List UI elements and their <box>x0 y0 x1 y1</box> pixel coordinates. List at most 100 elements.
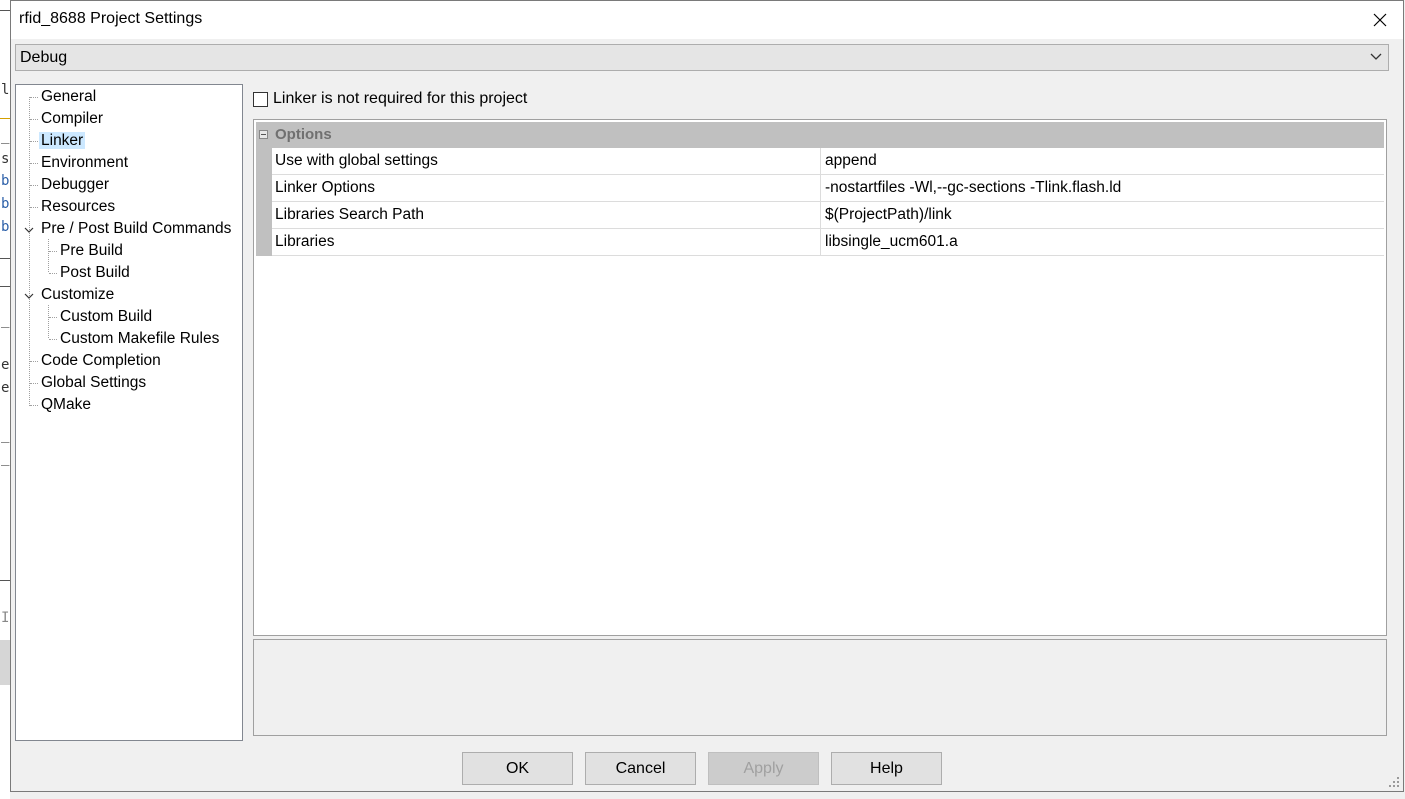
tree-item-pre-build[interactable]: Pre Build <box>58 240 125 262</box>
bg-line <box>0 258 10 259</box>
column-divider <box>820 229 821 255</box>
property-row[interactable]: Libraries libsingle_ucm601.a <box>272 229 1384 256</box>
tree-item-label: Custom Makefile Rules <box>60 330 220 347</box>
tree-item-label: Customize <box>41 286 115 303</box>
ok-button[interactable]: OK <box>462 752 573 785</box>
column-divider <box>820 148 821 174</box>
bg-fragment: b <box>1 219 10 235</box>
help-button[interactable]: Help <box>831 752 942 785</box>
tree-connector <box>29 97 30 406</box>
tree-connector <box>48 305 49 338</box>
tree-connector <box>49 317 57 318</box>
tree-item-label: Custom Build <box>60 308 153 325</box>
tree-item-global-settings[interactable]: Global Settings <box>39 372 148 394</box>
grid-gutter <box>256 148 272 256</box>
tree-connector <box>49 273 57 274</box>
tree-item-environment[interactable]: Environment <box>39 152 130 174</box>
tree-item-label: Post Build <box>60 264 130 281</box>
bg-fragment: I <box>1 610 10 626</box>
bg-line <box>0 10 10 11</box>
tree-item-label: Code Completion <box>41 352 161 369</box>
property-name: Libraries <box>275 233 335 250</box>
column-divider <box>820 175 821 201</box>
tree-connector <box>30 97 38 98</box>
background-panel <box>0 640 10 685</box>
tree-item-debugger[interactable]: Debugger <box>39 174 111 196</box>
tree-connector <box>49 251 57 252</box>
bg-line <box>0 118 10 119</box>
title-bar: rfid_8688 Project Settings <box>11 1 1403 39</box>
bg-fragment: e <box>1 380 10 396</box>
bg-line <box>0 580 10 581</box>
property-row[interactable]: Use with global settings append <box>272 148 1384 175</box>
column-divider <box>820 202 821 228</box>
tree-connector <box>30 405 38 406</box>
tree-connector <box>49 339 57 340</box>
tree-connector <box>30 383 38 384</box>
property-value[interactable]: -nostartfiles -Wl,--gc-sections -Tlink.f… <box>825 179 1121 197</box>
tree-item-label: Environment <box>41 154 129 171</box>
tree-item-customize[interactable]: Customize <box>39 284 116 306</box>
tree-item-label: Compiler <box>41 110 104 127</box>
property-name: Linker Options <box>275 179 375 196</box>
tree-item-code-completion[interactable]: Code Completion <box>39 350 163 372</box>
resize-grip-icon[interactable] <box>1388 776 1400 788</box>
tree-item-compiler[interactable]: Compiler <box>39 108 105 130</box>
property-name: Use with global settings <box>275 152 438 169</box>
settings-tree: General Compiler Linker Environment Debu… <box>15 84 243 741</box>
collapse-chevron-icon[interactable] <box>24 291 34 301</box>
tree-connector <box>30 185 38 186</box>
linker-not-required-label[interactable]: Linker is not required for this project <box>273 90 527 108</box>
options-category-header[interactable]: Options <box>256 122 1384 148</box>
configuration-value: Debug <box>20 49 68 66</box>
linker-not-required-checkbox[interactable] <box>253 91 268 107</box>
options-header-label: Options <box>275 126 332 143</box>
tree-item-custom-build[interactable]: Custom Build <box>58 306 154 328</box>
collapse-chevron-icon[interactable] <box>24 225 34 235</box>
tree-item-label: Pre / Post Build Commands <box>41 220 232 237</box>
tree-item-label: Global Settings <box>41 374 147 391</box>
window-title: rfid_8688 Project Settings <box>19 10 203 27</box>
tree-item-label: QMake <box>41 396 91 413</box>
bg-fragment: s <box>1 151 10 167</box>
tree-item-qmake[interactable]: QMake <box>39 394 93 416</box>
apply-button[interactable]: Apply <box>708 752 819 785</box>
tree-item-resources[interactable]: Resources <box>39 196 117 218</box>
options-property-grid: Options Use with global settings append … <box>253 119 1387 636</box>
bg-fragment: e <box>1 357 10 373</box>
tree-item-label: Debugger <box>41 176 110 193</box>
tree-item-post-build[interactable]: Post Build <box>58 262 132 284</box>
bg-line <box>0 286 10 287</box>
configuration-dropdown[interactable]: Debug <box>15 44 1389 71</box>
property-row[interactable]: Libraries Search Path $(ProjectPath)/lin… <box>272 202 1384 229</box>
project-settings-dialog: rfid_8688 Project Settings Debug General… <box>10 0 1404 792</box>
property-value[interactable]: $(ProjectPath)/link <box>825 206 952 224</box>
tree-item-label: General <box>41 88 97 105</box>
bg-fragment: b <box>1 196 10 212</box>
tree-item-label: Resources <box>41 198 116 215</box>
tree-item-label: Pre Build <box>60 242 123 259</box>
property-value[interactable]: append <box>825 152 877 170</box>
cancel-button[interactable]: Cancel <box>585 752 696 785</box>
property-row[interactable]: Linker Options -nostartfiles -Wl,--gc-se… <box>272 175 1384 202</box>
property-name: Libraries Search Path <box>275 206 425 223</box>
chevron-down-icon <box>1370 53 1382 60</box>
tree-connector <box>30 361 38 362</box>
tree-item-pre-post-build[interactable]: Pre / Post Build Commands <box>39 218 233 240</box>
tree-connector <box>30 163 38 164</box>
tree-item-general[interactable]: General <box>39 86 98 108</box>
tree-connector <box>30 119 38 120</box>
close-button[interactable] <box>1357 1 1403 39</box>
collapse-minus-icon[interactable] <box>259 130 268 139</box>
property-value[interactable]: libsingle_ucm601.a <box>825 233 958 251</box>
tree-item-linker[interactable]: Linker <box>39 130 86 152</box>
tree-item-label: Linker <box>39 132 86 149</box>
tree-connector <box>30 141 38 142</box>
linker-not-required-row: Linker is not required for this project <box>253 89 527 109</box>
bg-fragment: b <box>1 173 10 189</box>
tree-connector <box>30 207 38 208</box>
tree-item-custom-makefile-rules[interactable]: Custom Makefile Rules <box>58 328 221 350</box>
property-description-panel <box>253 639 1387 736</box>
close-icon <box>1373 13 1387 27</box>
tree-connector <box>48 239 49 272</box>
